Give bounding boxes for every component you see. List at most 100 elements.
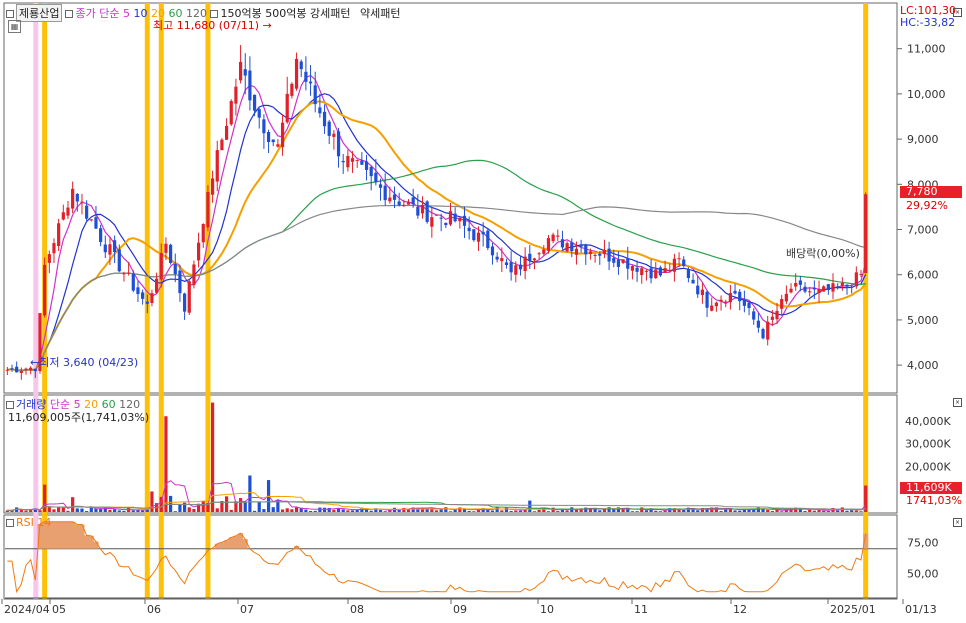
volume-bar (607, 507, 611, 512)
candle-body (57, 223, 61, 247)
candle-body (131, 273, 135, 291)
volume-bar (243, 501, 247, 512)
volume-bar (859, 511, 863, 512)
candle-body (808, 291, 812, 293)
candle-body (99, 228, 103, 243)
pattern-bear: 약세패턴 (359, 7, 401, 20)
volume-bar (733, 510, 737, 512)
volume-bar (663, 510, 667, 512)
candle-body (280, 122, 285, 148)
candle-body (113, 240, 117, 252)
candle-body (108, 244, 112, 255)
candle-body (355, 159, 359, 161)
volume-bar (822, 510, 826, 512)
volume-bar (682, 509, 686, 512)
volume-bar (262, 509, 266, 512)
ma-label: 종가 단순 (75, 7, 120, 20)
candle-body (556, 235, 560, 237)
change-pct: 29,92% (906, 199, 948, 212)
candle-body (210, 178, 215, 195)
candle-body (257, 109, 261, 118)
candle-body (66, 207, 70, 216)
candle-body (752, 311, 756, 320)
candle-body (710, 305, 714, 311)
candle-body (294, 58, 299, 89)
volume-bar (509, 511, 513, 512)
candle-body (313, 85, 317, 105)
rsi-close-icon[interactable]: × (953, 518, 962, 527)
candle-body (766, 321, 770, 340)
candle-body (155, 278, 159, 293)
candle-body (794, 283, 798, 287)
volume-bar (490, 510, 495, 512)
candle-body (397, 201, 401, 206)
volume-bar (495, 507, 499, 512)
candle-body (234, 86, 238, 104)
volume-bar (61, 507, 65, 512)
volume-bar (71, 497, 75, 512)
volume-bar (52, 509, 56, 512)
current-price-badge: 7,780 (900, 186, 962, 198)
volume-bar (108, 509, 112, 512)
candle-body (789, 288, 793, 293)
volume-toggle-icon[interactable] (6, 401, 14, 409)
volume-tick-label: 40,000K (905, 415, 951, 428)
candle-body (640, 268, 644, 276)
stock-name[interactable]: 제룡산업 (16, 4, 63, 22)
volume-bar (341, 509, 345, 512)
volume-bar (178, 504, 182, 512)
x-tick-label: 06 (147, 603, 161, 616)
candle-body (322, 111, 327, 127)
candle-body (248, 70, 252, 101)
candle-body (532, 258, 537, 261)
candle-body (458, 217, 462, 222)
candle-body (672, 258, 677, 272)
volume-bar (224, 496, 229, 512)
candle-body (52, 243, 56, 254)
candle-body (500, 258, 504, 262)
candle-body (145, 301, 149, 304)
candle-body (89, 219, 93, 221)
price-tick-label: 10,000 (907, 88, 946, 101)
volume-bar (113, 509, 117, 512)
volume-bar (654, 510, 658, 512)
candle-body (770, 316, 774, 320)
candle-body (350, 158, 355, 162)
candle-body (425, 201, 429, 222)
candle-body (593, 255, 597, 257)
candle-body (486, 230, 490, 249)
panel-toggle-icon[interactable] (6, 10, 14, 18)
candle-body (724, 301, 728, 303)
chart-canvas[interactable]: 4,0005,0006,0007,0008,0009,00010,00011,0… (0, 0, 966, 620)
rsi-tick-label: 75,00 (907, 537, 939, 550)
candle-body (584, 245, 588, 255)
volume-bar (761, 509, 765, 512)
candle-body (812, 287, 816, 290)
volume-bar (658, 511, 663, 512)
volume-bar (131, 510, 135, 512)
grid-icon[interactable]: ▦ (8, 20, 21, 33)
candle-body (514, 265, 518, 275)
candle-body (784, 293, 788, 302)
ma-toggle-icon[interactable] (65, 10, 74, 18)
candle-body (229, 101, 233, 125)
candle-body (579, 244, 583, 247)
candle-body (15, 366, 19, 373)
rsi-toggle-icon[interactable] (6, 519, 14, 527)
candle-body (649, 268, 653, 279)
candle-body (654, 269, 658, 279)
candle-body (224, 125, 229, 140)
candle-body (136, 287, 140, 294)
rsi-period: 14 (37, 516, 52, 529)
volume-bar (66, 510, 70, 512)
ma-10: 10 (133, 7, 148, 20)
price-close-icon[interactable]: × (953, 8, 962, 17)
candle-body (238, 61, 243, 81)
x-tick-label: 07 (240, 603, 254, 616)
candle-body (173, 263, 177, 275)
volume-close-icon[interactable]: × (953, 398, 962, 407)
volume-bar (598, 510, 602, 512)
candle-body (504, 262, 509, 265)
volume-bar (448, 511, 453, 512)
volume-bar (369, 510, 373, 512)
